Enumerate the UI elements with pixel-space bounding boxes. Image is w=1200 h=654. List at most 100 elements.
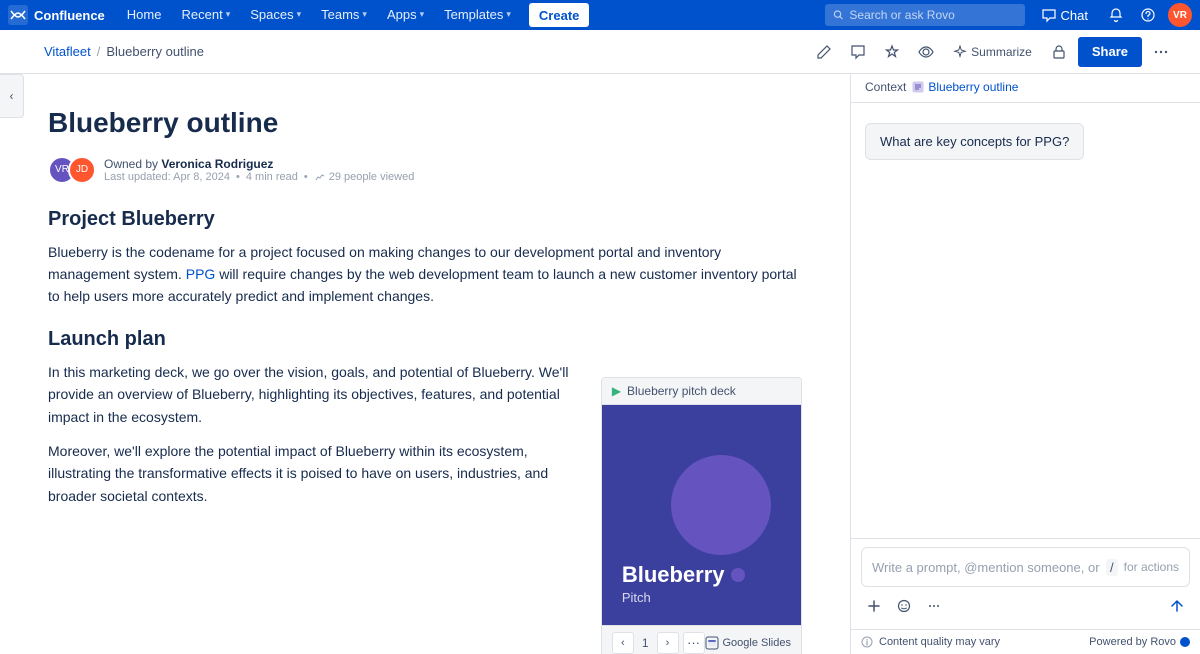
- confluence-brand-label: Confluence: [34, 8, 105, 23]
- chat-input[interactable]: [872, 560, 1100, 575]
- pitch-deck-card: ▶ Blueberry pitch deck Blueberry Pitch ‹…: [601, 377, 802, 654]
- more-icon: [1153, 44, 1169, 60]
- chat-nav-button[interactable]: Chat: [1033, 7, 1096, 23]
- chat-footer-note: Content quality may vary Powered by Rovo: [851, 629, 1200, 654]
- main-content: Blueberry outline VR JD Owned by Veronic…: [0, 74, 850, 654]
- nav-item-spaces[interactable]: Spaces ▾: [240, 0, 311, 30]
- card-more-button[interactable]: ···: [683, 632, 705, 654]
- slash-command[interactable]: /: [1106, 559, 1118, 576]
- search-input[interactable]: [849, 8, 1016, 22]
- card-prev-button[interactable]: ‹: [612, 632, 634, 654]
- card-footer: ‹ 1 › ··· Google Slides: [602, 625, 801, 654]
- nav-items: Home Recent ▾ Spaces ▾ Teams ▾ Apps ▾ Te…: [117, 0, 521, 30]
- card-content-area: Blueberry Pitch: [622, 562, 745, 605]
- breadcrumb-current: Blueberry outline: [106, 44, 204, 59]
- lock-icon: [1051, 44, 1067, 60]
- for-actions-label: for actions: [1124, 560, 1179, 574]
- edit-button[interactable]: [809, 37, 839, 67]
- rovo-dot: [1180, 637, 1190, 647]
- card-page-number: 1: [638, 636, 653, 650]
- chat-more-button[interactable]: [921, 593, 947, 619]
- chat-add-button[interactable]: [861, 593, 887, 619]
- chat-emoji-button[interactable]: [891, 593, 917, 619]
- chat-send-button[interactable]: [1164, 593, 1190, 619]
- author-avatar-2[interactable]: JD: [68, 156, 96, 184]
- chevron-down-icon: ▾: [226, 9, 231, 20]
- restrict-button[interactable]: [1044, 37, 1074, 67]
- card-header-title: Blueberry pitch deck: [627, 384, 736, 398]
- nav-right-actions: Chat VR: [825, 3, 1192, 27]
- confluence-logo[interactable]: Confluence: [8, 5, 105, 25]
- card-slides-label: Google Slides: [705, 636, 792, 650]
- card-header: ▶ Blueberry pitch deck: [602, 378, 801, 405]
- chat-panel: Chat Context: [850, 30, 1200, 654]
- card-preview: Blueberry Pitch: [602, 405, 801, 625]
- card-circle-decoration: [671, 455, 771, 555]
- send-icon: [1169, 598, 1185, 614]
- bell-icon: [1108, 7, 1124, 23]
- search-bar[interactable]: [825, 4, 1025, 26]
- chat-input-box[interactable]: / for actions: [861, 547, 1190, 587]
- nav-item-teams[interactable]: Teams ▾: [311, 0, 377, 30]
- emoji-icon: [897, 599, 911, 613]
- chevron-down-icon: ▾: [297, 9, 302, 20]
- chat-body: What are key concepts for PPG?: [851, 103, 1200, 538]
- author-name: Veronica Rodriguez: [161, 157, 273, 171]
- watch-button[interactable]: [911, 37, 941, 67]
- confluence-icon: [8, 5, 28, 25]
- project-blueberry-text: Blueberry is the codename for a project …: [48, 241, 802, 308]
- chevron-down-icon: ▾: [506, 9, 511, 20]
- comment-icon: [850, 44, 866, 60]
- plus-icon: [867, 599, 881, 613]
- more-horizontal-icon: [927, 599, 941, 613]
- share-button[interactable]: Share: [1078, 37, 1142, 67]
- nav-item-apps[interactable]: Apps ▾: [377, 0, 434, 30]
- chat-input-area: / for actions: [851, 538, 1200, 629]
- nav-item-templates[interactable]: Templates ▾: [434, 0, 521, 30]
- more-actions-button[interactable]: [1146, 37, 1176, 67]
- powered-by-rovo: Powered by Rovo: [1089, 636, 1190, 648]
- context-label: Context: [865, 80, 906, 94]
- view-count: 29 people viewed: [314, 171, 415, 183]
- launch-text-1: In this marketing deck, we go over the v…: [48, 361, 577, 428]
- nav-item-recent[interactable]: Recent ▾: [171, 0, 240, 30]
- comment-button[interactable]: [843, 37, 873, 67]
- read-time: 4 min read: [246, 171, 298, 183]
- chat-icon: [1041, 7, 1057, 23]
- chat-suggestion[interactable]: What are key concepts for PPG?: [865, 123, 1084, 160]
- launch-text: In this marketing deck, we go over the v…: [48, 361, 577, 519]
- chat-toolbar: [861, 587, 1190, 621]
- toolbar-actions: Summarize Share: [809, 37, 1176, 67]
- project-blueberry-heading: Project Blueberry: [48, 208, 802, 231]
- last-updated: Last updated: Apr 8, 2024: [104, 171, 230, 183]
- page-icon: [912, 81, 924, 93]
- nav-item-home[interactable]: Home: [117, 0, 172, 30]
- page-title: Blueberry outline: [48, 106, 802, 140]
- card-pitch-label: Pitch: [622, 590, 745, 605]
- launch-section: In this marketing deck, we go over the v…: [48, 361, 802, 654]
- launch-text-2: Moreover, we'll explore the potential im…: [48, 440, 577, 507]
- sparkle-icon: [953, 45, 967, 59]
- breadcrumb-root-link[interactable]: Vitafleet: [44, 44, 91, 59]
- user-avatar[interactable]: VR: [1168, 3, 1192, 27]
- quality-note: Content quality may vary: [879, 636, 1000, 648]
- chevron-down-icon: ▾: [420, 9, 425, 20]
- sidebar-toggle-button[interactable]: ‹: [0, 74, 24, 118]
- card-next-button[interactable]: ›: [657, 632, 679, 654]
- ppg-link[interactable]: PPG: [186, 266, 216, 282]
- context-page-link[interactable]: Blueberry outline: [912, 80, 1018, 94]
- breadcrumb-separator: /: [97, 44, 101, 59]
- notifications-button[interactable]: [1104, 3, 1128, 27]
- breadcrumb: Vitafleet / Blueberry outline: [44, 44, 809, 59]
- views-chart-icon: [314, 171, 326, 183]
- edit-icon: [816, 44, 832, 60]
- page-toolbar: ‹ Vitafleet / Blueberry outline: [0, 30, 1200, 74]
- watch-icon: [918, 44, 934, 60]
- card-logo: Blueberry: [622, 562, 745, 588]
- launch-plan-heading: Launch plan: [48, 328, 802, 351]
- create-button[interactable]: Create: [529, 3, 589, 27]
- ai-summarize-button[interactable]: Summarize: [945, 37, 1040, 67]
- search-icon: [833, 9, 844, 21]
- help-button[interactable]: [1136, 3, 1160, 27]
- star-button[interactable]: [877, 37, 907, 67]
